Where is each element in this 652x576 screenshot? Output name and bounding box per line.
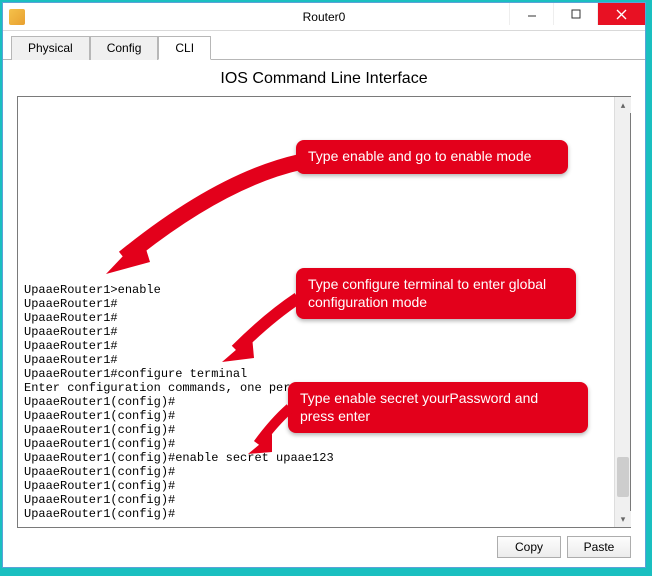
scroll-thumb[interactable] <box>617 457 629 497</box>
minimize-button[interactable] <box>509 3 553 25</box>
tab-cli[interactable]: CLI <box>158 36 211 60</box>
button-row: Copy Paste <box>3 528 645 558</box>
maximize-button[interactable] <box>553 3 597 25</box>
minimize-icon <box>527 9 537 19</box>
callout-enable: Type enable and go to enable mode <box>296 140 568 174</box>
window-controls <box>509 3 645 25</box>
maximize-icon <box>571 9 581 19</box>
scrollbar[interactable]: ▴ ▾ <box>614 97 630 527</box>
scroll-down-button[interactable]: ▾ <box>615 511 631 527</box>
paste-button[interactable]: Paste <box>567 536 631 558</box>
tab-physical[interactable]: Physical <box>11 36 90 60</box>
tabs: Physical Config CLI <box>3 31 645 60</box>
panel-title: IOS Command Line Interface <box>3 60 645 96</box>
app-icon <box>9 9 25 25</box>
titlebar: Router0 <box>3 3 645 31</box>
close-button[interactable] <box>597 3 645 25</box>
tab-config[interactable]: Config <box>90 36 159 60</box>
callout-secret: Type enable secret yourPassword and pres… <box>288 382 588 433</box>
copy-button[interactable]: Copy <box>497 536 561 558</box>
scroll-up-button[interactable]: ▴ <box>615 97 631 113</box>
callout-configure: Type configure terminal to enter global … <box>296 268 576 319</box>
close-icon <box>616 9 627 20</box>
